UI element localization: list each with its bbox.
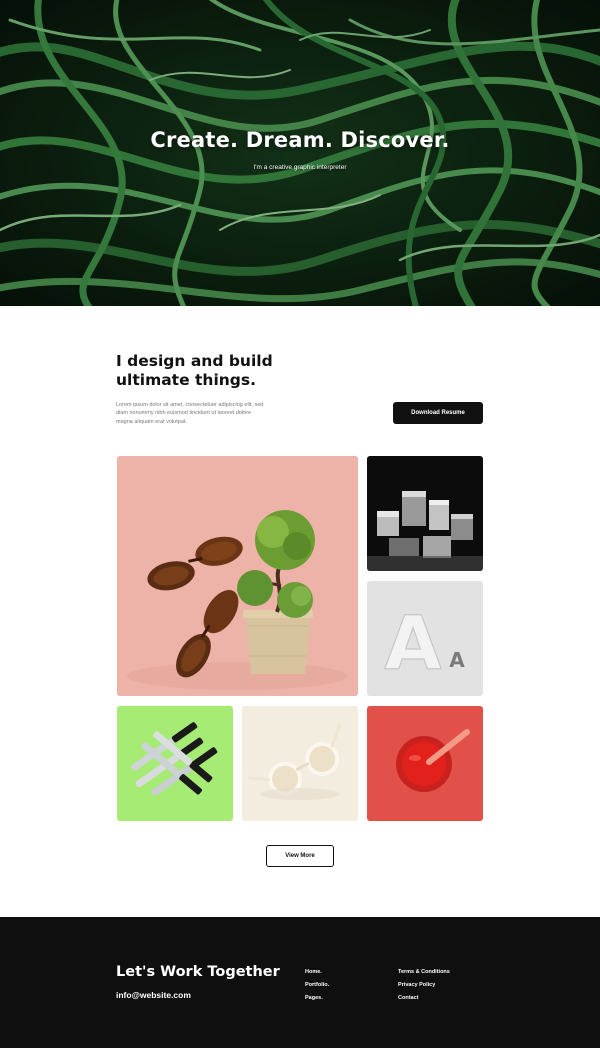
hero-foliage-image [0,0,600,306]
svg-text:A: A [449,648,465,672]
svg-text:A: A [384,601,441,687]
footer-nav-primary: Home. Portfolio. Pages. [305,966,329,1005]
footer: Let's Work Together info@website.com Hom… [0,917,600,1048]
footer-email-link[interactable]: info@website.com [116,990,191,1000]
footer-nav-secondary: Terms & Conditions Privacy Policy Contac… [398,966,450,1005]
hero-banner: Create. Dream. Discover. I'm a creative … [0,0,600,306]
gallery-item-red-cup[interactable] [367,706,483,821]
gallery-item-knives[interactable] [117,706,233,821]
footer-link-portfolio[interactable]: Portfolio. [305,979,329,992]
intro-heading-line-2: ultimate things. [116,371,256,389]
footer-title: Let's Work Together [116,964,280,980]
footer-link-terms[interactable]: Terms & Conditions [398,966,450,979]
footer-link-contact[interactable]: Contact [398,992,450,1005]
gallery-item-white-glasses[interactable] [242,706,358,821]
gallery-item-letter-a[interactable]: A A [367,581,483,696]
download-resume-button[interactable]: Download Resume [393,402,483,424]
view-more-button[interactable]: View More [266,845,334,867]
footer-link-privacy[interactable]: Privacy Policy [398,979,450,992]
footer-link-pages[interactable]: Pages. [305,992,329,1005]
intro-heading: I design and build ultimate things. [116,352,336,390]
hero-title: Create. Dream. Discover. [150,128,450,152]
footer-link-home[interactable]: Home. [305,966,329,979]
hero-subtitle: I'm a creative graphic interpreter [253,164,347,171]
intro-heading-line-1: I design and build [116,352,273,370]
intro-body-text: Lorem ipsum dolor sit amet, consectetuer… [116,402,264,425]
gallery-item-sunglasses-plant[interactable] [117,456,358,696]
gallery-item-black-blocks[interactable] [367,456,483,571]
